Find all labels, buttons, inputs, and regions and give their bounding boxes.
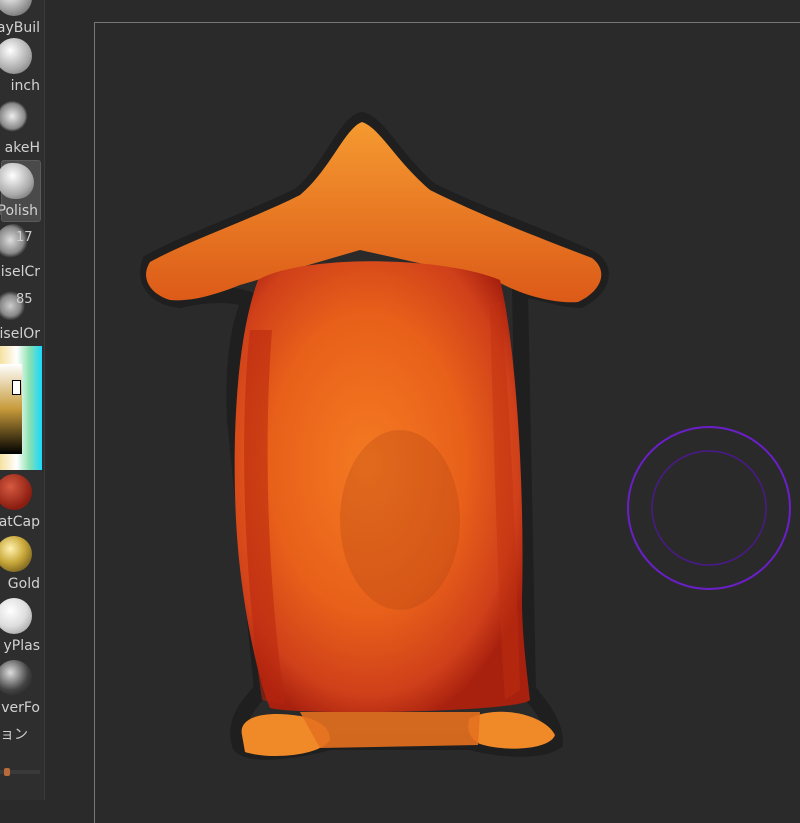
brush-cursor: [627, 426, 791, 590]
brush-focal-ring: [651, 450, 767, 566]
